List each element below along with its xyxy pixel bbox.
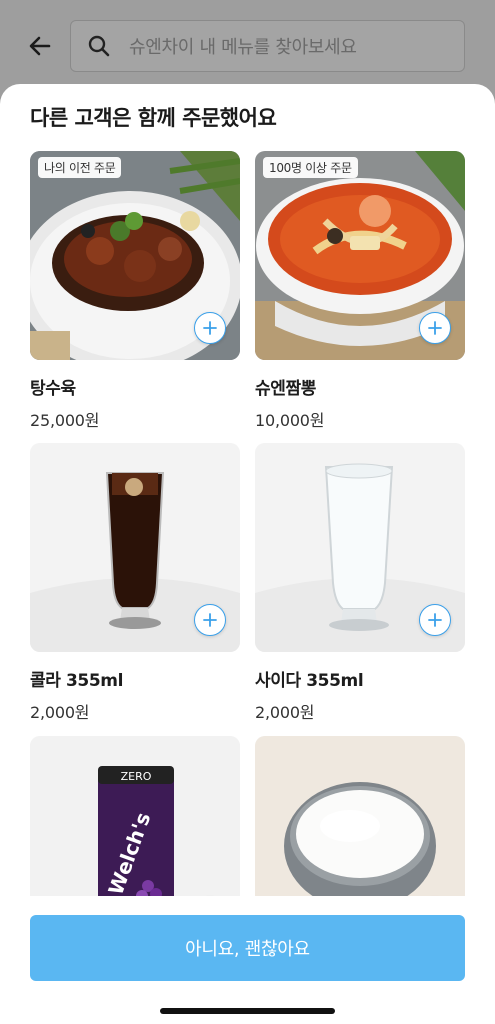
menu-image: [255, 443, 465, 652]
recommendation-sheet: 다른 고객은 함께 주문했어요 나의 이전 주문 탕수육 25,000원 100…: [0, 84, 495, 1024]
arrow-left-icon: [29, 36, 51, 56]
back-button[interactable]: [24, 30, 56, 62]
menu-image: 100명 이상 주문: [255, 151, 465, 360]
item-badge: 100명 이상 주문: [263, 157, 358, 178]
add-button[interactable]: [194, 312, 226, 344]
search-input[interactable]: 슈엔차이 내 메뉴를 찾아보세요: [70, 20, 465, 72]
item-name: 슈엔짬뽕: [255, 379, 316, 399]
plus-icon: [428, 613, 442, 627]
item-price: 2,000원: [255, 703, 315, 722]
item-name: 탕수육: [30, 379, 76, 399]
search-placeholder: 슈엔차이 내 메뉴를 찾아보세요: [129, 37, 357, 58]
plus-icon: [203, 613, 217, 627]
item-price: 2,000원: [30, 703, 90, 722]
sheet-title: 다른 고객은 함께 주문했어요: [30, 106, 277, 130]
item-name: 콜라 355ml: [30, 671, 124, 691]
svg-text:ZERO: ZERO: [121, 770, 152, 783]
menu-card-cider[interactable]: 사이다 355ml 2,000원: [255, 443, 465, 723]
plus-icon: [203, 321, 217, 335]
item-name: 사이다 355ml: [255, 671, 364, 691]
item-price: 10,000원: [255, 411, 325, 430]
menu-image: 나의 이전 주문: [30, 151, 240, 360]
menu-image: [30, 443, 240, 652]
add-button[interactable]: [194, 604, 226, 636]
item-price: 25,000원: [30, 411, 100, 430]
decline-button[interactable]: 아니요, 괜찮아요: [30, 915, 465, 981]
item-badge: 나의 이전 주문: [38, 157, 122, 178]
add-button[interactable]: [419, 312, 451, 344]
menu-card-tangsuyuk[interactable]: 나의 이전 주문 탕수육 25,000원: [30, 151, 240, 431]
home-indicator: [160, 1008, 335, 1014]
menu-card-cola[interactable]: 콜라 355ml 2,000원: [30, 443, 240, 723]
plus-icon: [428, 321, 442, 335]
menu-card-jjamppong[interactable]: 100명 이상 주문 슈엔짬뽕 10,000원: [255, 151, 465, 431]
header-bar: 슈엔차이 내 메뉴를 찾아보세요: [0, 0, 495, 96]
add-button[interactable]: [419, 604, 451, 636]
search-icon: [88, 35, 110, 57]
